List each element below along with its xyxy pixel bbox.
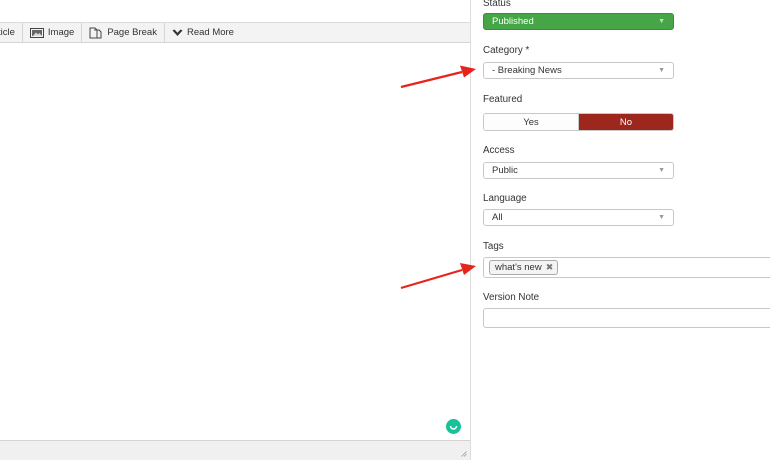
featured-no-button[interactable]: No [579,114,673,130]
toolbar-image-label: Image [47,27,75,38]
remove-tag-icon[interactable]: ✖ [546,261,554,274]
options-panel: Status Published ▼ Category * - Breaking… [471,0,770,460]
language-label: Language [483,193,527,204]
tag-chip: what's new ✖ [489,260,559,275]
category-value: - Breaking News [492,65,562,76]
editor-content-area[interactable] [0,43,470,440]
caret-down-icon: ▼ [658,214,665,221]
tags-label: Tags [483,241,504,252]
access-label: Access [483,145,515,156]
page-break-icon [89,27,103,39]
toolbar-read-more-button[interactable]: Read More [165,23,241,42]
status-value: Published [492,16,534,27]
toolbar-read-more-label: Read More [186,27,234,38]
tags-input[interactable]: what's new ✖ [483,257,770,278]
toolbar-image-button[interactable]: Image [23,23,83,42]
editor-status-bar [0,440,470,460]
toolbar-article-button[interactable]: ticle [0,23,23,42]
tag-chip-label: what's new [495,262,542,273]
category-select[interactable]: - Breaking News ▼ [483,62,674,79]
featured-toggle: Yes No [483,113,674,131]
caret-down-icon: ▼ [658,67,665,74]
category-label: Category * [483,45,530,56]
language-select[interactable]: All ▼ [483,209,674,226]
version-note-label: Version Note [483,292,540,303]
annotation-arrow-icon [400,263,476,290]
resize-handle-icon[interactable] [461,451,467,457]
editor-toolbar: ticle Image Page Break [0,22,470,43]
status-select[interactable]: Published ▼ [483,13,674,30]
caret-down-icon: ▼ [658,18,665,25]
language-value: All [492,212,503,223]
featured-label: Featured [483,94,523,105]
toolbar-article-label: ticle [0,27,15,38]
chevron-down-icon [172,29,183,37]
toolbar-page-break-label: Page Break [107,27,157,38]
access-value: Public [492,165,518,176]
version-note-input[interactable] [483,308,770,328]
featured-yes-button[interactable]: Yes [484,114,579,130]
access-select[interactable]: Public ▼ [483,162,674,179]
toolbar-page-break-button[interactable]: Page Break [82,23,165,42]
status-label: Status [483,0,511,9]
grammar-check-icon[interactable] [446,419,461,434]
image-icon [29,27,44,38]
annotation-arrow-icon [400,65,476,89]
caret-down-icon: ▼ [658,167,665,174]
